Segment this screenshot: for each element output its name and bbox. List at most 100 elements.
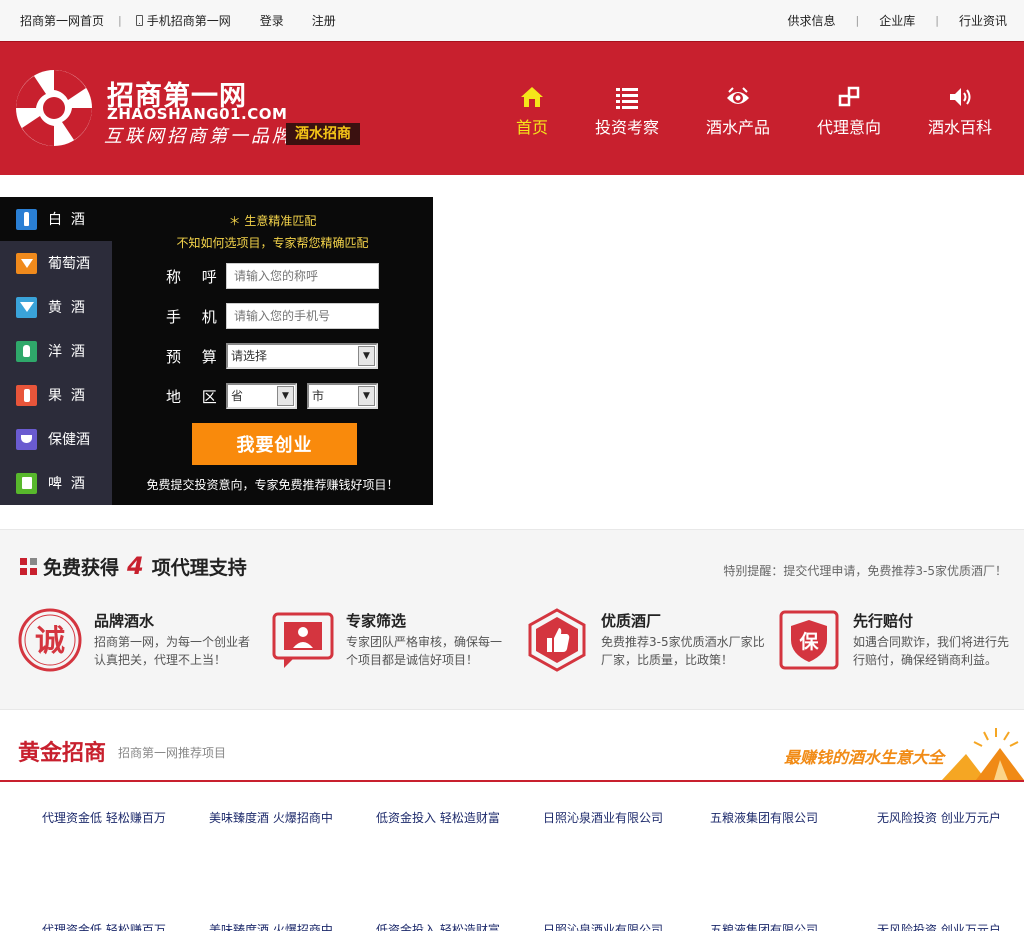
nav-investment[interactable]: 投资考察 [572,84,682,138]
project-link[interactable]: 代理资金低 轻松赚百万 [42,809,166,826]
name-label: 称 呼 [166,267,225,286]
nav-products-label: 酒水产品 [705,118,770,137]
nav-encyclopedia-label: 酒水百科 [927,118,992,137]
city-select[interactable]: 市 ▼ [307,383,378,409]
category-list: 白 酒 葡萄酒 黄 酒 洋 酒 果 酒 保健酒 啤 酒 [0,197,112,505]
start-business-button[interactable]: 我要创业 [192,423,357,465]
gold-title: 黄金招商 [18,741,107,766]
name-row: 称 呼 [166,263,379,289]
divider: | [855,14,860,27]
support-item-desc: 免费推荐3-5家优质酒水厂家比厂家，比质量，比政策！ [601,635,765,667]
wine-glass-icon [16,252,37,274]
nav-home[interactable]: 首页 [477,84,587,138]
support-item-compensation: 保 先行赔付 如遇合同欺诈，我们将进行先行赔付，确保经销商利益。 [777,608,1017,678]
project-link[interactable]: 代理资金低 轻松赚百万 [42,921,166,931]
bottle-icon [16,208,37,230]
budget-value: 请选择 [231,349,268,363]
support-item-title: 优质酒厂 [601,612,662,630]
mobile-site-link[interactable]: 手机招商第一网 [135,12,231,29]
province-value: 省 [231,389,244,403]
budget-row: 预 算 请选择 ▼ [166,343,378,369]
support-item-desc: 如遇合同欺诈，我们将进行先行赔付，确保经销商利益。 [853,635,1010,667]
nav-products[interactable]: 酒水产品 [683,84,793,138]
gold-slogan: 最赚钱的酒水生意大全 [783,748,944,767]
thumbs-up-icon [528,608,586,672]
phone-icon [135,15,143,26]
chevron-down-icon: ▼ [358,346,375,366]
budget-select[interactable]: 请选择 ▼ [226,343,378,369]
project-link[interactable]: 美味臻度酒 火爆招商中 [209,809,333,826]
phone-label: 手 机 [166,307,225,326]
project-link[interactable]: 无风险投资 创业万元户 [877,809,1001,826]
category-label: 葡萄酒 [48,256,90,272]
eye-icon [727,87,749,104]
login-link[interactable]: 登录 [260,12,284,29]
register-link[interactable]: 注册 [312,12,336,29]
category-fruit-wine[interactable]: 果 酒 [0,373,112,417]
gold-section-header: 黄金招商 招商第一网推荐项目 最赚钱的酒水生意大全 [0,710,1024,782]
phone-row: 手 机 [166,303,379,329]
match-form: ＊ 生意精准匹配 不知如何选项目，专家帮您精确匹配 称 呼 手 机 预 算 请选… [112,197,433,505]
category-baijiu[interactable]: 白 酒 [0,197,112,241]
divider: | [118,14,122,27]
liquor-icon [16,340,37,362]
category-label: 保健酒 [48,432,90,448]
top-bar: 招商第一网首页 | 手机招商第一网 登录 注册 供求信息 | 企业库 | 行业资… [0,0,1024,41]
news-link[interactable]: 行业资讯 [959,12,1007,29]
agency-support-section: 免费获得 4 项代理支持 特别提醒：提交代理申请，免费推荐3-5家优质酒厂！ 诚… [0,529,1024,710]
chevron-down-icon: ▼ [277,386,294,406]
home-link[interactable]: 招商第一网首页 [20,12,104,29]
support-title-post: 项代理支持 [151,556,247,579]
nav-encyclopedia[interactable]: 酒水百科 [905,84,1015,138]
region-label: 地 区 [166,387,225,406]
grid-icon [20,557,37,575]
support-item-desc: 招商第一网，为每一个创业者认真把关，代理不上当！ [94,635,251,667]
expert-icon [272,612,334,668]
supply-link[interactable]: 供求信息 [788,12,836,29]
fruit-wine-icon [16,384,37,406]
category-label: 黄 酒 [48,300,85,316]
bao-badge: 保 [798,630,819,653]
health-wine-icon [16,428,37,450]
name-input[interactable] [226,263,379,289]
project-link[interactable]: 日照沁泉酒业有限公司 [543,809,663,826]
nav-agency-label: 代理意向 [816,118,881,137]
category-health-wine[interactable]: 保健酒 [0,417,112,461]
phone-input[interactable] [226,303,379,329]
company-link[interactable]: 企业库 [879,12,915,29]
form-hint-subtitle: 不知如何选项目，专家帮您精确匹配 [176,236,369,250]
gold-subtitle: 招商第一网推荐项目 [118,746,227,760]
logo-icon[interactable] [14,68,94,148]
home-icon [521,87,543,107]
speaker-icon [950,88,971,106]
project-link[interactable]: 五粮液集团有限公司 [710,809,818,826]
support-item-brand: 诚 品牌酒水 招商第一网，为每一个创业者认真把关，代理不上当！ [18,608,258,678]
nav-agency[interactable]: 代理意向 [794,84,904,138]
province-select[interactable]: 省 ▼ [226,383,297,409]
mobile-site-label: 手机招商第一网 [146,14,231,28]
support-note: 特别提醒：提交代理申请，免费推荐3-5家优质酒厂！ [723,564,1007,578]
cheng-icon: 诚 [18,608,82,672]
support-title-num: 4 [127,552,144,580]
list-icon [616,88,638,109]
bao-icon: 保 [779,610,839,670]
project-link[interactable]: 无风险投资 创业万元户 [877,921,1001,931]
project-link[interactable]: 低资金投入 轻松造财富 [376,921,500,931]
city-value: 市 [312,389,325,403]
support-title: 免费获得 4 项代理支持 [20,552,247,580]
category-huangjiu[interactable]: 黄 酒 [0,285,112,329]
support-item-desc: 专家团队严格审核，确保每一个项目都是诚信好项目！ [346,635,503,667]
support-item-title: 先行赔付 [853,612,914,630]
project-link[interactable]: 日照沁泉酒业有限公司 [543,921,663,931]
project-link[interactable]: 低资金投入 轻松造财富 [376,809,500,826]
project-link[interactable]: 美味臻度酒 火爆招商中 [209,921,333,931]
project-link[interactable]: 五粮液集团有限公司 [710,921,818,931]
category-form-panel: 白 酒 葡萄酒 黄 酒 洋 酒 果 酒 保健酒 啤 酒 ＊ 生意精准匹配 不知如… [0,197,433,505]
category-wine[interactable]: 葡萄酒 [0,241,112,285]
support-title-pre: 免费获得 [43,556,120,579]
brand-tag: 酒水招商 [286,123,360,145]
category-beer[interactable]: 啤 酒 [0,461,112,505]
site-header: 招商第一网 ZHAOSHANG01.COM 互联网招商第一品牌 酒水招商 首页 … [0,41,1024,175]
category-liquor[interactable]: 洋 酒 [0,329,112,373]
region-row: 地 区 省 ▼ 市 ▼ [166,383,378,409]
